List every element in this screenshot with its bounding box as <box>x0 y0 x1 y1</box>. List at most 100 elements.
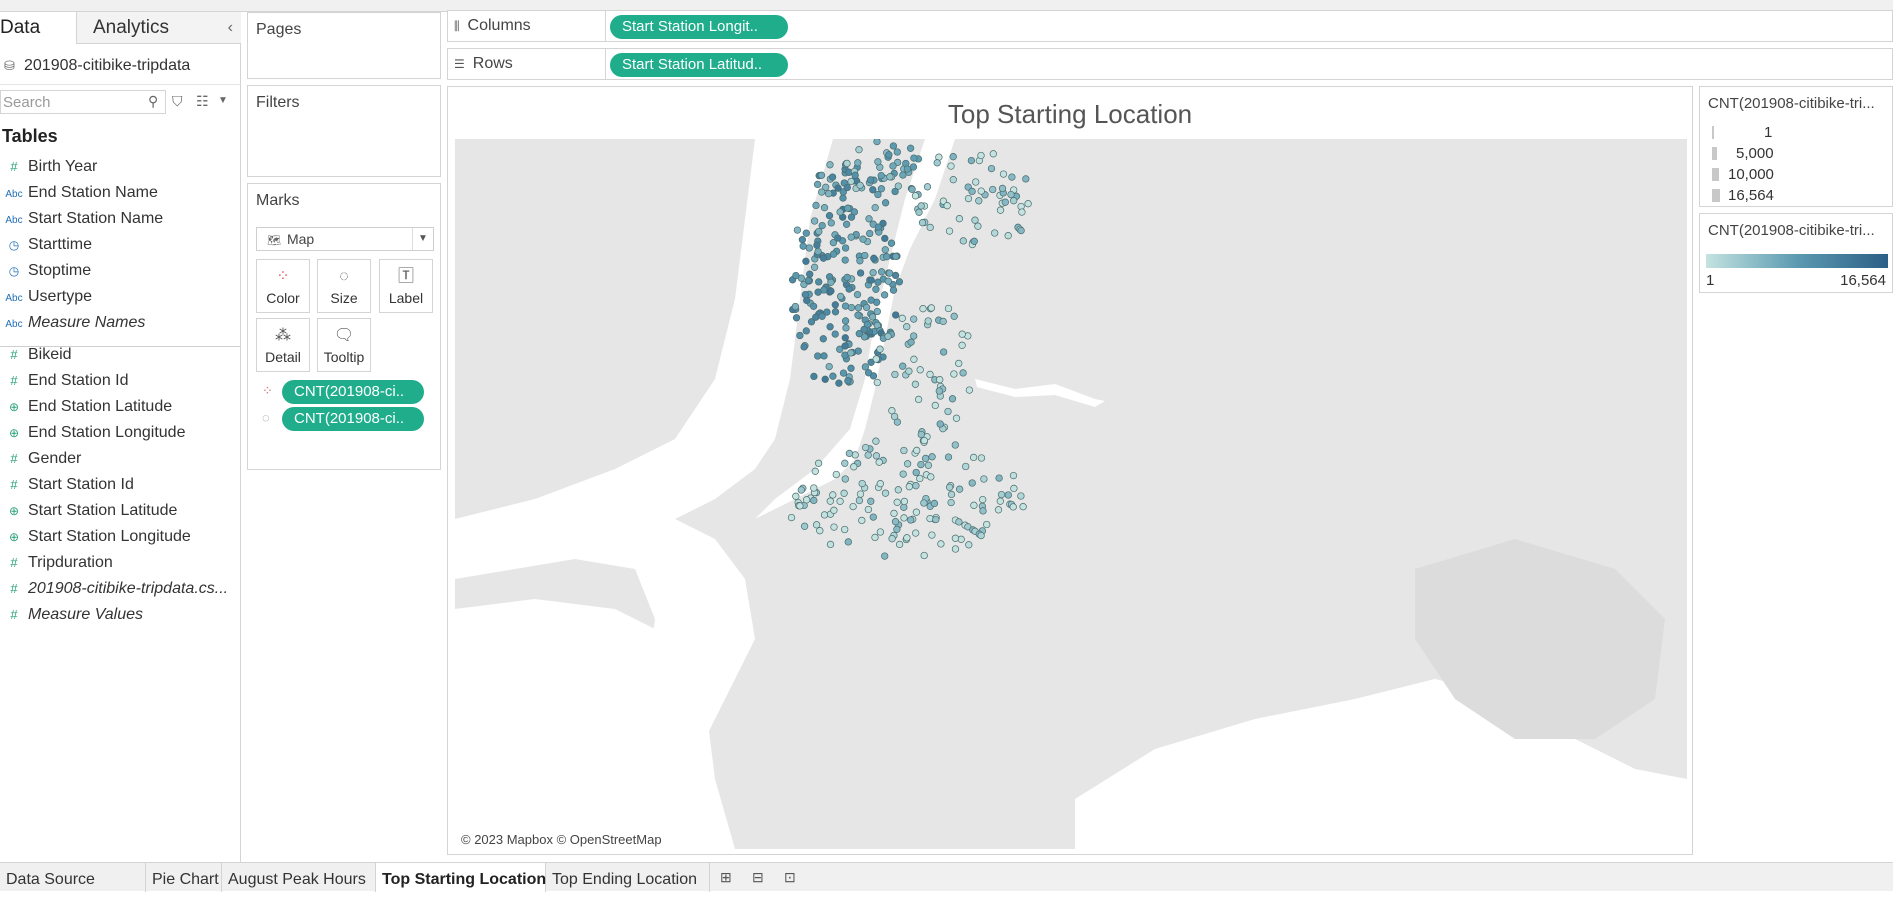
station-marker[interactable] <box>888 535 896 543</box>
station-marker[interactable] <box>918 219 927 227</box>
station-marker[interactable] <box>999 170 1008 178</box>
station-marker[interactable] <box>841 244 850 252</box>
station-marker[interactable] <box>974 222 982 230</box>
field-item[interactable]: # Birth Year <box>0 154 240 180</box>
filter-icon[interactable]: ⛉ <box>172 93 183 110</box>
station-marker[interactable] <box>995 474 1003 482</box>
station-marker[interactable] <box>994 506 1003 514</box>
station-marker[interactable] <box>860 325 868 334</box>
station-marker[interactable] <box>936 376 944 384</box>
station-marker[interactable] <box>812 201 820 210</box>
station-marker[interactable] <box>847 364 855 372</box>
station-marker[interactable] <box>907 516 915 524</box>
station-marker[interactable] <box>861 363 870 371</box>
station-marker[interactable] <box>899 362 907 370</box>
station-marker[interactable] <box>825 362 833 371</box>
station-marker[interactable] <box>951 534 960 542</box>
station-marker[interactable] <box>827 278 835 286</box>
station-marker[interactable] <box>796 331 804 340</box>
station-marker[interactable] <box>818 221 826 230</box>
station-marker[interactable] <box>1004 491 1012 499</box>
station-marker[interactable] <box>912 529 920 537</box>
station-marker[interactable] <box>905 483 913 491</box>
station-marker[interactable] <box>927 473 935 481</box>
station-marker[interactable] <box>856 490 865 498</box>
field-item[interactable]: Abc End Station Name <box>0 180 240 206</box>
station-marker[interactable] <box>847 303 856 312</box>
station-marker[interactable] <box>884 277 892 285</box>
station-marker[interactable] <box>989 150 997 158</box>
field-item[interactable]: # Tripduration <box>0 550 240 576</box>
station-marker[interactable] <box>843 159 851 168</box>
station-marker[interactable] <box>793 226 802 234</box>
station-marker[interactable] <box>814 288 822 296</box>
station-marker[interactable] <box>836 292 845 301</box>
station-marker[interactable] <box>951 545 960 553</box>
station-marker[interactable] <box>893 498 901 506</box>
station-marker[interactable] <box>893 148 901 156</box>
station-marker[interactable] <box>831 330 839 338</box>
station-marker[interactable] <box>820 204 829 212</box>
station-marker[interactable] <box>880 291 889 299</box>
station-marker[interactable] <box>839 194 847 202</box>
station-marker[interactable] <box>802 327 810 335</box>
station-marker[interactable] <box>829 491 837 499</box>
station-marker[interactable] <box>1022 175 1030 183</box>
station-marker[interactable] <box>830 506 838 514</box>
station-marker[interactable] <box>819 335 827 343</box>
station-marker[interactable] <box>826 497 834 505</box>
station-marker[interactable] <box>1017 226 1025 235</box>
station-marker[interactable] <box>898 314 906 322</box>
station-marker[interactable] <box>864 369 873 377</box>
station-marker[interactable] <box>841 302 850 310</box>
new-dashboard-icon[interactable]: ⊟ <box>752 869 764 886</box>
station-marker[interactable] <box>866 229 874 238</box>
station-marker[interactable] <box>841 525 849 534</box>
color-button[interactable]: ⁘ Color <box>256 259 310 313</box>
field-item[interactable]: Abc Usertype <box>0 284 240 310</box>
station-marker[interactable] <box>939 317 947 326</box>
tab-top-starting-location[interactable]: Top Starting Location <box>376 863 546 892</box>
station-marker[interactable] <box>919 305 927 313</box>
mark-type-dropdown[interactable]: 🗺 Map ▼ <box>256 227 434 251</box>
field-item[interactable]: ◷ Starttime <box>0 232 240 258</box>
station-marker[interactable] <box>894 486 902 494</box>
station-marker[interactable] <box>854 311 862 319</box>
station-marker[interactable] <box>955 215 964 223</box>
station-marker[interactable] <box>820 352 828 360</box>
station-marker[interactable] <box>841 334 849 342</box>
station-marker[interactable] <box>910 355 918 363</box>
station-marker[interactable] <box>952 414 961 422</box>
station-marker[interactable] <box>947 490 956 499</box>
station-marker[interactable] <box>972 178 980 186</box>
station-marker[interactable] <box>917 430 925 439</box>
station-marker[interactable] <box>926 370 934 379</box>
station-marker[interactable] <box>917 460 925 469</box>
station-marker[interactable] <box>943 202 951 210</box>
station-marker[interactable] <box>900 514 908 522</box>
map-attribution[interactable]: © 2023 Mapbox © OpenStreetMap <box>459 832 664 847</box>
station-marker[interactable] <box>935 387 943 395</box>
station-marker[interactable] <box>945 483 954 491</box>
station-marker[interactable] <box>964 194 973 203</box>
station-marker[interactable] <box>867 497 875 505</box>
station-marker[interactable] <box>887 239 896 247</box>
station-marker[interactable] <box>818 188 826 196</box>
station-marker[interactable] <box>876 480 884 488</box>
station-marker[interactable] <box>802 229 810 237</box>
station-marker[interactable] <box>947 498 955 507</box>
station-marker[interactable] <box>859 235 867 243</box>
station-marker[interactable] <box>800 343 808 351</box>
station-marker[interactable] <box>791 302 800 311</box>
station-marker[interactable] <box>983 520 991 529</box>
station-marker[interactable] <box>958 330 966 338</box>
station-marker[interactable] <box>844 204 852 212</box>
station-marker[interactable] <box>864 505 873 514</box>
station-marker[interactable] <box>865 215 873 223</box>
station-marker[interactable] <box>958 341 966 349</box>
tab-august-peak-hours[interactable]: August Peak Hours <box>222 863 376 892</box>
station-marker[interactable] <box>787 513 796 522</box>
station-marker[interactable] <box>874 223 882 231</box>
station-marker[interactable] <box>945 227 954 235</box>
datasource-item[interactable]: ⛁ 201908-citibike-tripdata <box>0 48 240 85</box>
